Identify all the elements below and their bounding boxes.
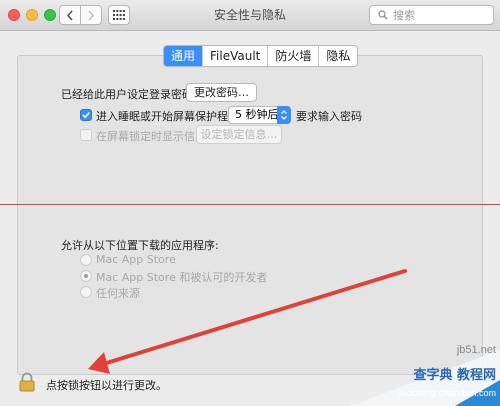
watermark-line2: 查字典 教程网 bbox=[413, 368, 496, 383]
tab-filevault[interactable]: FileVault bbox=[202, 46, 267, 66]
tab-bar: 通用 FileVault 防火墙 隐私 bbox=[163, 45, 359, 67]
tab-firewall[interactable]: 防火墙 bbox=[267, 46, 318, 66]
watermark-line3: jiaocheng.chazidian.com bbox=[397, 388, 496, 398]
watermark-line1: jb51.net bbox=[456, 344, 496, 356]
watermark: jb51.net 查字典 教程网 jiaocheng.chazidian.com bbox=[350, 340, 500, 406]
tab-privacy[interactable]: 隐私 bbox=[318, 46, 357, 66]
tab-general[interactable]: 通用 bbox=[164, 46, 203, 66]
preferences-window: 安全性与隐私 搜索 通用 FileVault 防火墙 隐私 已经给此用户设定登录… bbox=[0, 0, 500, 406]
